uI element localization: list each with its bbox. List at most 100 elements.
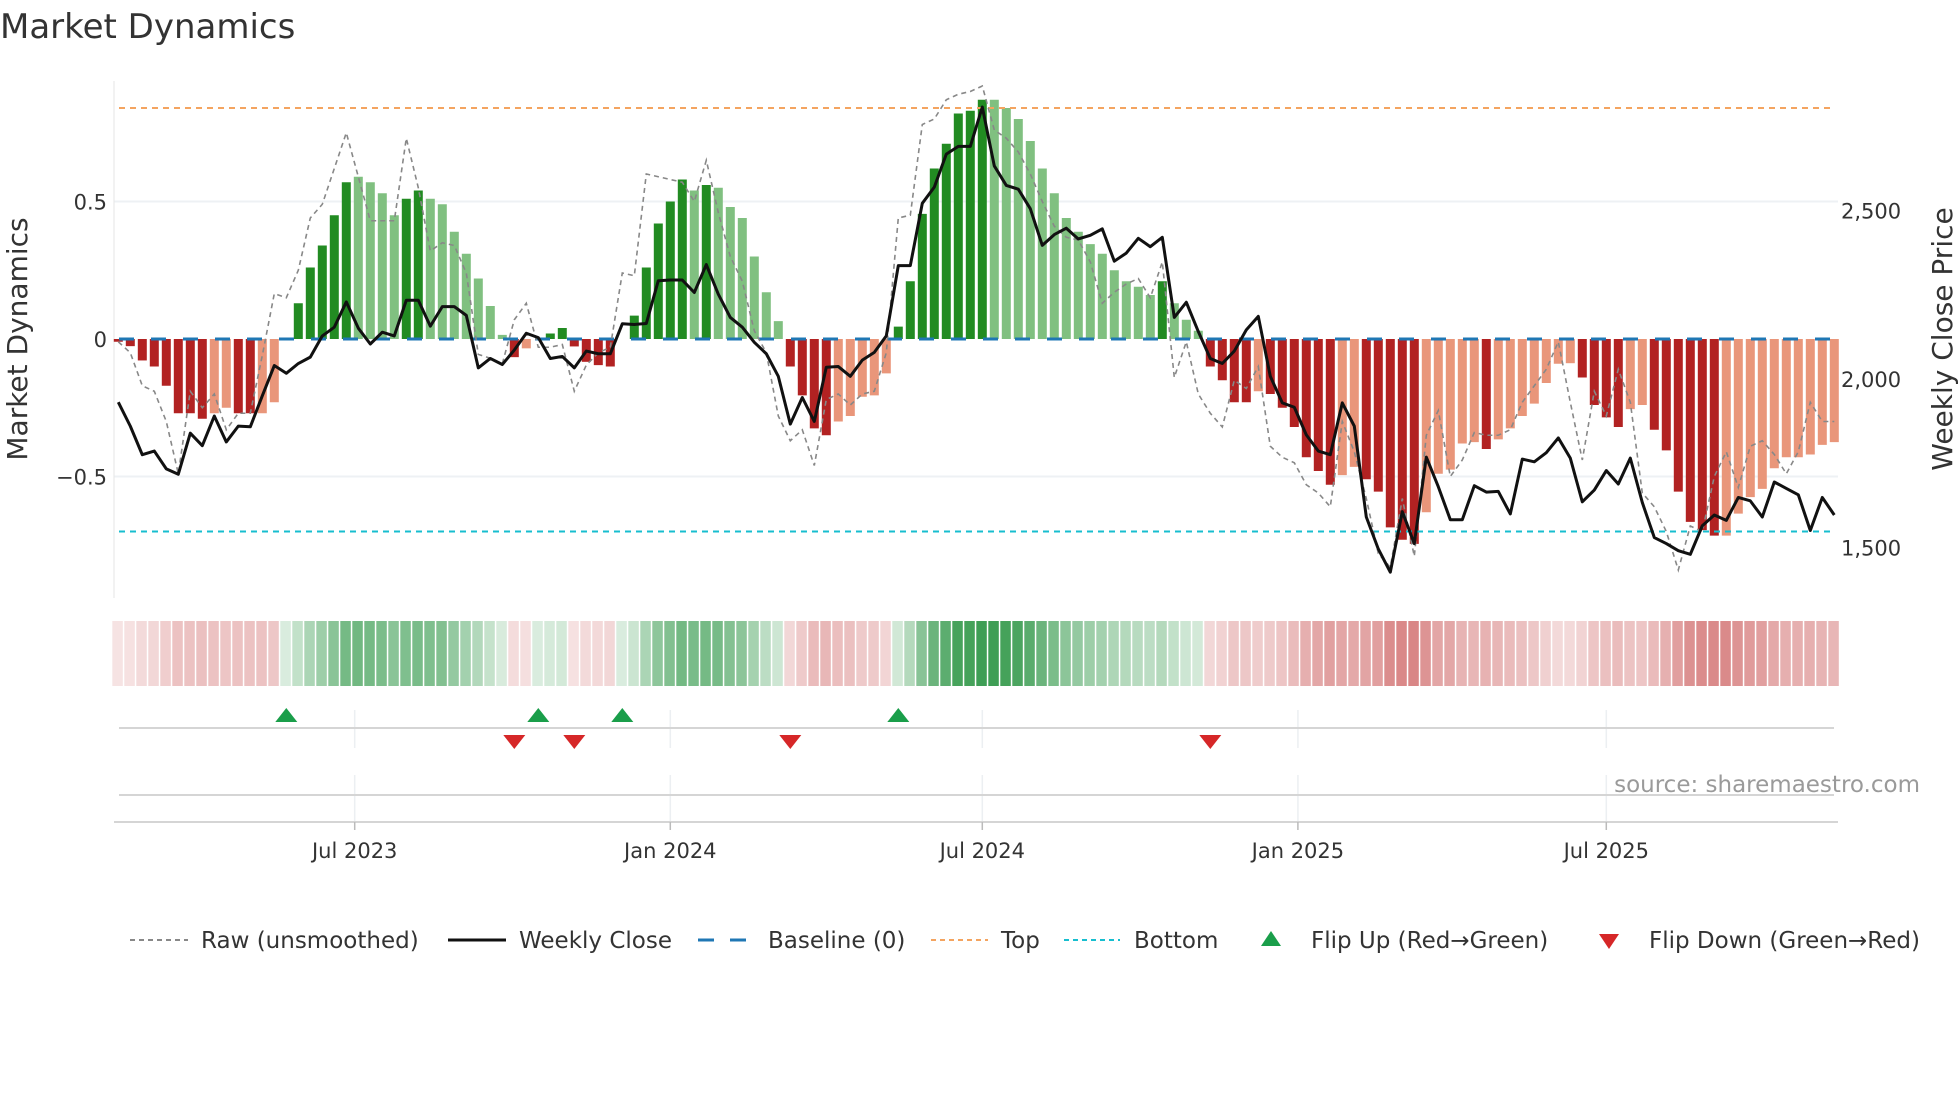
heatmap-cell bbox=[1468, 621, 1479, 686]
heatmap-cell bbox=[568, 621, 579, 686]
flip-down-triangle-icon bbox=[1599, 934, 1619, 949]
heatmap-cell bbox=[1600, 621, 1611, 686]
heatmap-cell bbox=[1336, 621, 1347, 686]
dynamics-bar bbox=[689, 190, 699, 339]
legend-item-close[interactable]: Weekly Close bbox=[448, 928, 672, 954]
heatmap-cell bbox=[196, 621, 207, 686]
heatmap-cell bbox=[376, 621, 387, 686]
dynamics-bar bbox=[1685, 339, 1695, 522]
dynamics-bar bbox=[1241, 339, 1251, 403]
dynamics-bar bbox=[1025, 141, 1035, 339]
dynamics-bar bbox=[377, 193, 387, 339]
heatmap-cell bbox=[352, 621, 363, 686]
legend-item-flip-down[interactable]: Flip Down (Green→Red) bbox=[1599, 928, 1920, 954]
dynamics-bar bbox=[149, 339, 159, 367]
dynamics-bar bbox=[1577, 339, 1587, 378]
heatmap-cell bbox=[424, 621, 435, 686]
right-y-tick-label: 1,500 bbox=[1841, 536, 1901, 560]
heatmap-cell bbox=[592, 621, 603, 686]
dynamics-bar bbox=[1049, 193, 1059, 339]
dynamics-bar bbox=[401, 198, 411, 339]
legend-item-raw[interactable]: Raw (unsmoothed) bbox=[130, 928, 419, 954]
heatmap-cell bbox=[1756, 621, 1767, 686]
heatmap-cell bbox=[1768, 621, 1779, 686]
dynamics-bar bbox=[365, 182, 375, 339]
dynamics-bar bbox=[1361, 339, 1371, 480]
heatmap-cell bbox=[1228, 621, 1239, 686]
heatmap-cell bbox=[1444, 621, 1455, 686]
dynamics-bar bbox=[1157, 281, 1167, 339]
heatmap-cell bbox=[400, 621, 411, 686]
heatmap-cell bbox=[1576, 621, 1587, 686]
heatmap-cell bbox=[556, 621, 567, 686]
dynamics-bar bbox=[797, 339, 807, 396]
heatmap-cell bbox=[1708, 621, 1719, 686]
heatmap-cell bbox=[952, 621, 963, 686]
dynamics-bar bbox=[389, 215, 399, 339]
x-tick-label: Jan 2024 bbox=[622, 839, 717, 863]
heatmap-cell bbox=[232, 621, 243, 686]
heatmap-cell bbox=[784, 621, 795, 686]
heatmap-cell bbox=[544, 621, 555, 686]
dynamics-bar bbox=[353, 176, 363, 339]
dynamics-bar bbox=[629, 315, 639, 339]
dynamics-bar bbox=[1781, 339, 1791, 458]
dynamics-bar bbox=[1001, 108, 1011, 339]
heatmap-cell bbox=[1048, 621, 1059, 686]
series-lines bbox=[116, 84, 1836, 574]
dynamics-bar bbox=[449, 231, 459, 339]
flip-up-marker bbox=[527, 708, 550, 722]
heatmap-cell bbox=[580, 621, 591, 686]
flip-down-marker bbox=[1199, 735, 1222, 749]
heatmap-cell bbox=[844, 621, 855, 686]
heatmap-cell bbox=[1024, 621, 1035, 686]
dynamics-bar bbox=[989, 99, 999, 339]
dynamics-bar bbox=[1397, 339, 1407, 540]
dynamics-bar bbox=[1373, 339, 1383, 492]
heatmap-cell bbox=[436, 621, 447, 686]
dynamics-bar bbox=[1637, 339, 1647, 405]
heatmap-cell bbox=[1552, 621, 1563, 686]
dynamics-bar bbox=[929, 168, 939, 339]
heatmap-cell bbox=[1420, 621, 1431, 686]
heatmap-cell bbox=[1456, 621, 1467, 686]
flip-up-marker bbox=[887, 708, 910, 722]
dynamics-bar bbox=[1097, 253, 1107, 339]
heatmap-cell bbox=[604, 621, 615, 686]
heatmap-cell bbox=[1480, 621, 1491, 686]
legend-label-flip-up: Flip Up (Red→Green) bbox=[1311, 928, 1548, 954]
heatmap-cell bbox=[484, 621, 495, 686]
dynamics-bar bbox=[881, 339, 891, 374]
heatmap-cell bbox=[1408, 621, 1419, 686]
heatmap-cell bbox=[1624, 621, 1635, 686]
heatmap-cell bbox=[700, 621, 711, 686]
legend-item-top[interactable]: Top bbox=[931, 928, 1040, 954]
heatmap-cell bbox=[1276, 621, 1287, 686]
heatmap-cell bbox=[256, 621, 267, 686]
dynamics-bar bbox=[1829, 339, 1839, 443]
heatmap-cell bbox=[148, 621, 159, 686]
dynamics-bar bbox=[173, 339, 183, 414]
heatmap-cell bbox=[676, 621, 687, 686]
flip-down-marker bbox=[779, 735, 802, 749]
heatmap-cell bbox=[820, 621, 831, 686]
dynamics-bar bbox=[1505, 339, 1515, 429]
dynamics-bar bbox=[1085, 244, 1095, 339]
heatmap-cell bbox=[640, 621, 651, 686]
heatmap-cell bbox=[340, 621, 351, 686]
dynamics-bar bbox=[1181, 319, 1191, 339]
dynamics-bar bbox=[1445, 339, 1455, 470]
heatmap-cell bbox=[1504, 621, 1515, 686]
heatmap-cell bbox=[1516, 621, 1527, 686]
dynamics-bar bbox=[917, 213, 927, 339]
heatmap-cell bbox=[1192, 621, 1203, 686]
dynamics-bar bbox=[1109, 270, 1119, 339]
right-y-tick-label: 2,000 bbox=[1841, 368, 1901, 392]
dynamics-bar bbox=[773, 321, 783, 339]
heatmap-cell bbox=[1060, 621, 1071, 686]
legend-item-flip-up[interactable]: Flip Up (Red→Green) bbox=[1261, 928, 1548, 954]
heatmap-cell bbox=[772, 621, 783, 686]
dynamics-bar bbox=[893, 326, 903, 339]
legend-item-bottom[interactable]: Bottom bbox=[1064, 928, 1218, 954]
legend-item-baseline[interactable]: Baseline (0) bbox=[698, 928, 905, 954]
